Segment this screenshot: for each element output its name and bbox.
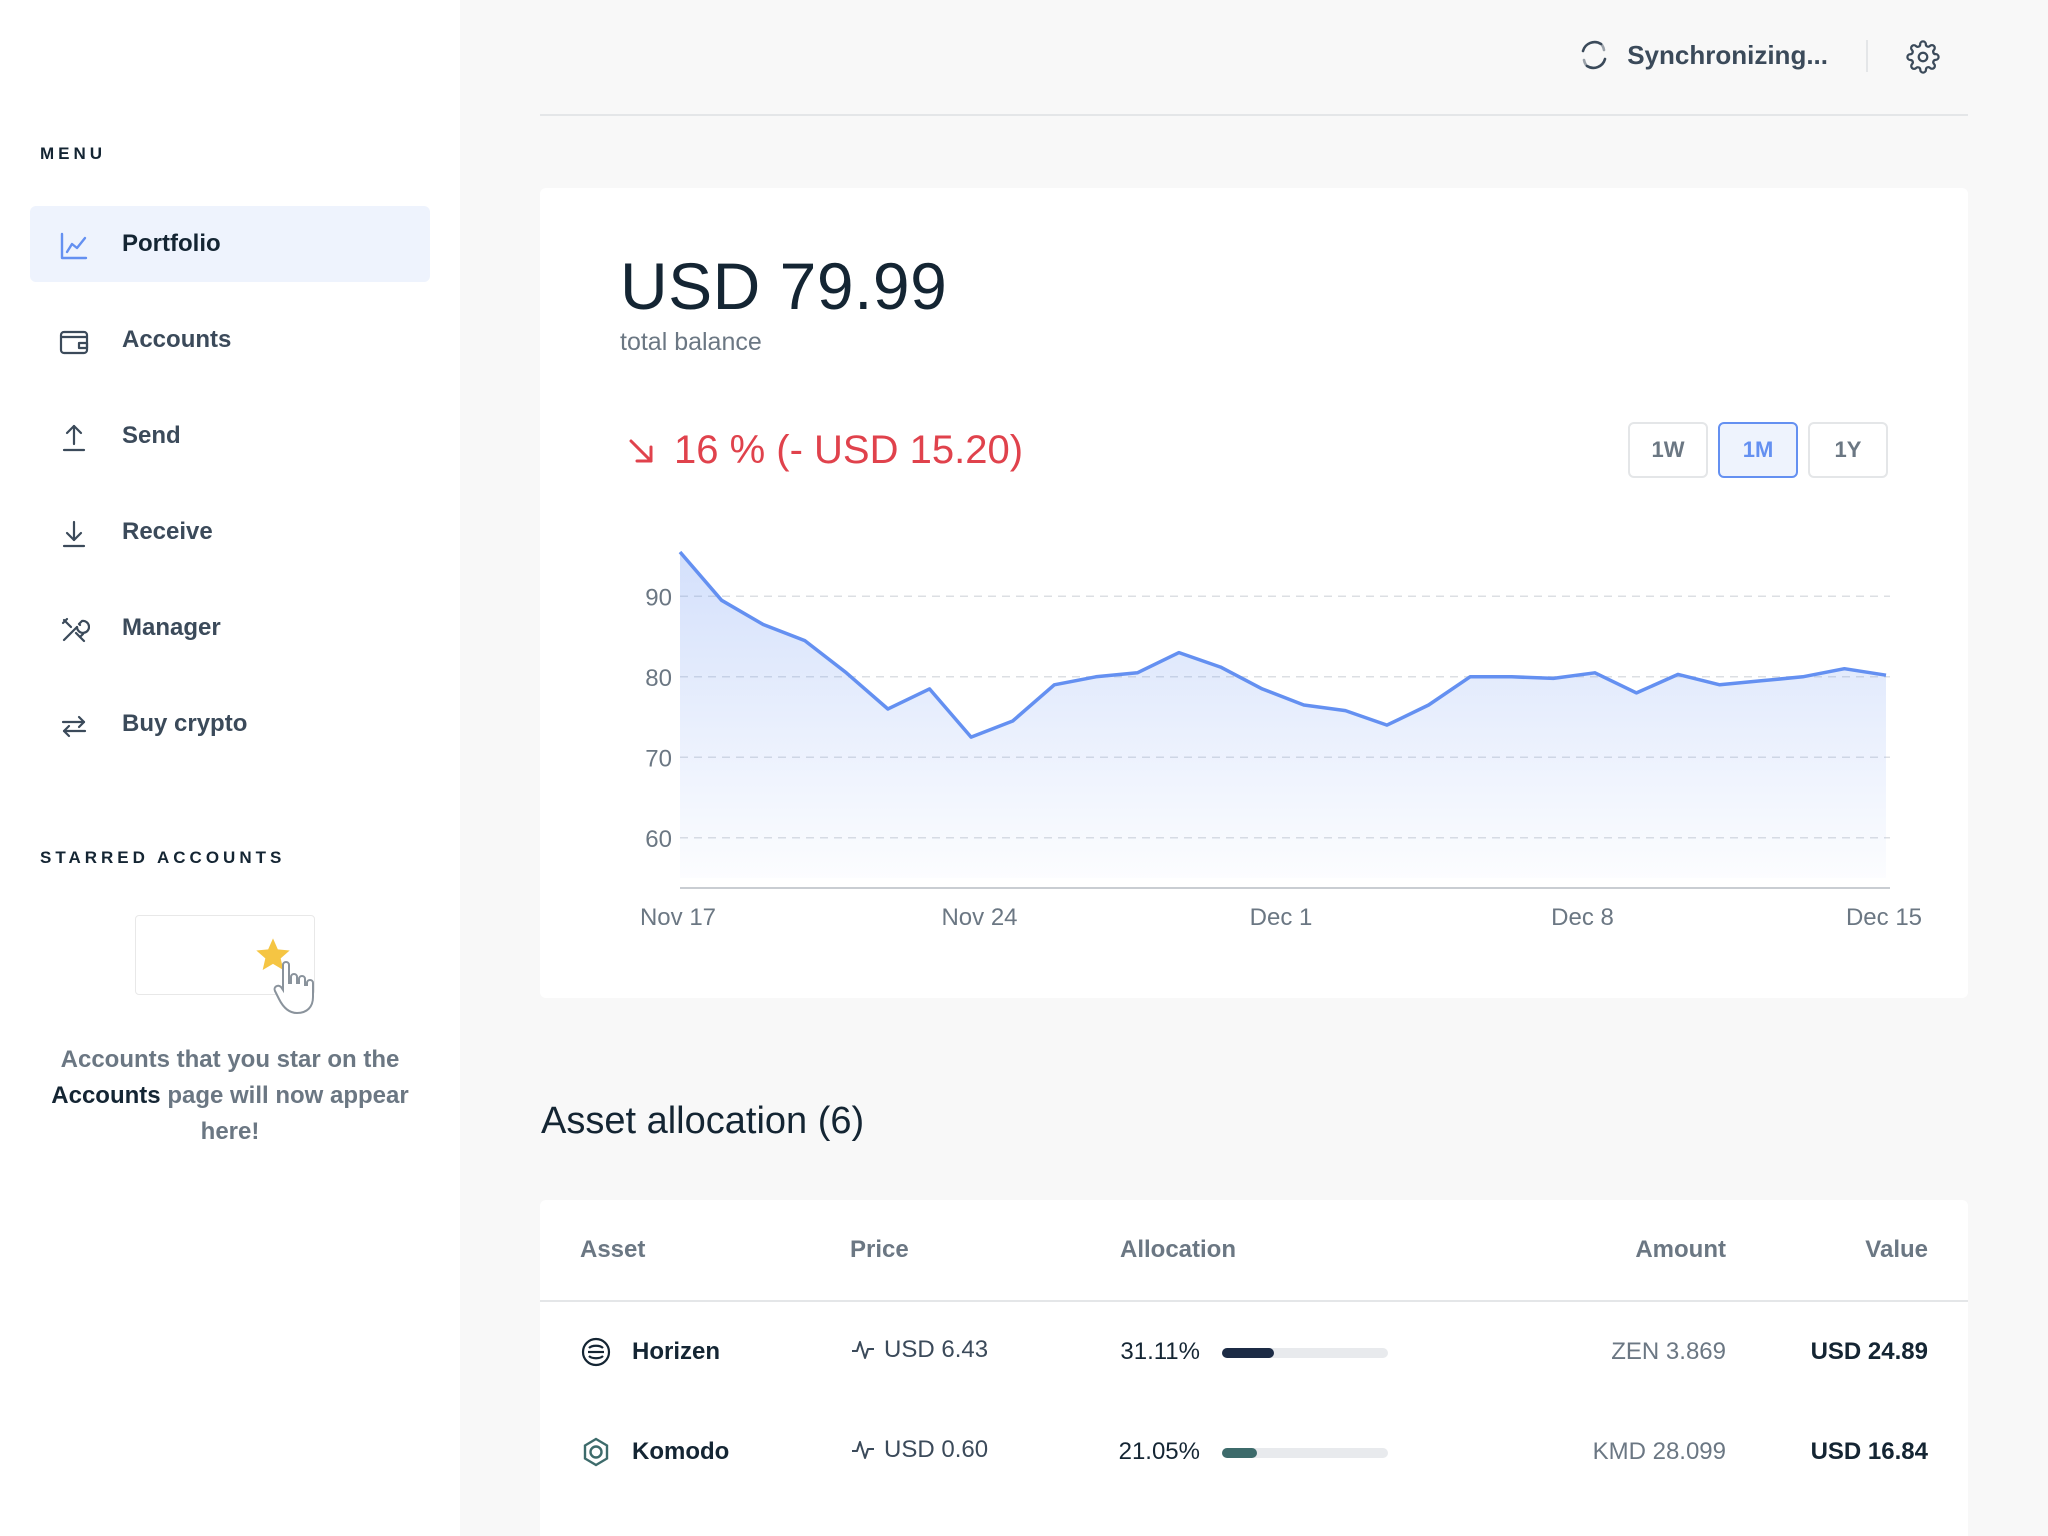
- x-tick-label: Dec 15: [1846, 904, 1922, 931]
- y-tick-label: 90: [645, 584, 672, 611]
- balance-chart: 60 70 80 90 Nov 17 Nov 24 Dec 1 Dec 8 Dec 15: [640, 550, 1922, 931]
- table-header: Asset Price Allocation Amount Value: [540, 1200, 1968, 1302]
- x-tick-label: Nov 24: [941, 904, 1017, 931]
- sidebar-item-send[interactable]: Send: [30, 398, 430, 474]
- asset-allocation-title: Asset allocation (6): [541, 1100, 865, 1142]
- x-tick-label: Dec 8: [1551, 904, 1614, 931]
- topbar-divider: [1866, 40, 1868, 72]
- tools-icon: [61, 617, 90, 643]
- sidebar-item-accounts[interactable]: Accounts: [30, 302, 430, 378]
- gear-icon[interactable]: [1906, 40, 1940, 74]
- asset-allocation-table: Asset Price Allocation Amount Value Hori…: [540, 1200, 1968, 1536]
- komodo-icon: [583, 1437, 609, 1467]
- asset-value: USD 16.84: [1810, 1438, 1928, 1465]
- starred-text-part: page will now appear here!: [167, 1082, 409, 1145]
- asset-name: Horizen: [632, 1338, 721, 1365]
- column-asset[interactable]: Asset: [580, 1236, 645, 1264]
- column-value[interactable]: Value: [1865, 1236, 1928, 1264]
- starred-empty-text: Accounts that you star on the Accounts p…: [40, 1042, 420, 1150]
- x-tick-label: Dec 1: [1250, 904, 1313, 931]
- sidebar-item-portfolio[interactable]: Portfolio: [30, 206, 430, 282]
- table-row[interactable]: Horizen USD 6.43 31.11% ZEN 3.869 USD 24…: [540, 1302, 1968, 1402]
- asset-value: USD 24.89: [1810, 1338, 1928, 1365]
- starred-illustration: [135, 915, 325, 1015]
- price-value: USD 0.60: [884, 1436, 989, 1463]
- sidebar-item-manager[interactable]: Manager: [30, 590, 430, 666]
- sidebar-item-receive[interactable]: Receive: [30, 494, 430, 570]
- allocation-percent: 31.11%: [1120, 1338, 1200, 1365]
- sidebar-item-label: Portfolio: [122, 230, 221, 257]
- pointer-hand-icon: [273, 961, 314, 1015]
- sidebar-item-label: Receive: [122, 518, 213, 545]
- wallet-icon: [59, 330, 89, 355]
- exchange-icon: [61, 715, 87, 738]
- asset-amount: ZEN 3.869: [1611, 1338, 1726, 1365]
- allocation-bar: [1222, 1348, 1388, 1358]
- asset-price: USD 0.60: [850, 1436, 988, 1464]
- sidebar-item-label: Send: [122, 422, 181, 449]
- allocation-bar: [1222, 1448, 1388, 1458]
- y-tick-label: 70: [645, 745, 672, 772]
- starred-text-accounts-link: Accounts: [51, 1082, 161, 1109]
- column-amount[interactable]: Amount: [1635, 1236, 1726, 1264]
- download-icon: [62, 520, 86, 548]
- y-tick-label: 60: [645, 826, 672, 853]
- sync-status: Synchronizing...: [1577, 38, 1828, 72]
- allocation-percent: 21.05%: [1118, 1438, 1200, 1465]
- allocation-bar-fill: [1222, 1448, 1257, 1458]
- asset-name: Komodo: [632, 1438, 730, 1465]
- table-row[interactable]: Komodo USD 0.60 21.05% KMD 28.099 USD 16…: [540, 1402, 1968, 1502]
- horizen-icon: [581, 1337, 611, 1367]
- column-price[interactable]: Price: [850, 1236, 909, 1264]
- balance-card: USD 79.99 total balance 16 % (- USD 15.2…: [540, 188, 1968, 998]
- starred-accounts-title: STARRED ACCOUNTS: [40, 848, 286, 867]
- chart-area: [680, 552, 1886, 878]
- sidebar-item-buy-crypto[interactable]: Buy crypto: [30, 686, 430, 762]
- column-allocation[interactable]: Allocation: [1120, 1236, 1236, 1264]
- sidebar-item-label: Accounts: [122, 326, 232, 353]
- sync-icon: [1581, 40, 1607, 70]
- x-tick-label: Nov 17: [640, 904, 716, 931]
- price-value: USD 6.43: [884, 1336, 989, 1363]
- activity-icon: [852, 1341, 874, 1359]
- sync-label: Synchronizing...: [1627, 39, 1828, 70]
- asset-price: USD 6.43: [850, 1336, 988, 1364]
- sidebar-item-label: Buy crypto: [122, 710, 248, 737]
- y-tick-label: 80: [645, 665, 672, 692]
- chart-line-icon: [60, 232, 88, 260]
- menu-title: MENU: [40, 144, 107, 163]
- starred-text-part: Accounts that you star on the: [60, 1046, 400, 1073]
- activity-icon: [852, 1441, 874, 1459]
- allocation-bar-fill: [1222, 1348, 1274, 1358]
- sidebar: MENU Portfolio Accounts Send Receive Man…: [0, 0, 460, 1536]
- topbar: Synchronizing...: [540, 0, 1968, 116]
- upload-icon: [62, 424, 86, 452]
- asset-amount: KMD 28.099: [1592, 1438, 1726, 1465]
- sidebar-item-label: Manager: [122, 614, 221, 641]
